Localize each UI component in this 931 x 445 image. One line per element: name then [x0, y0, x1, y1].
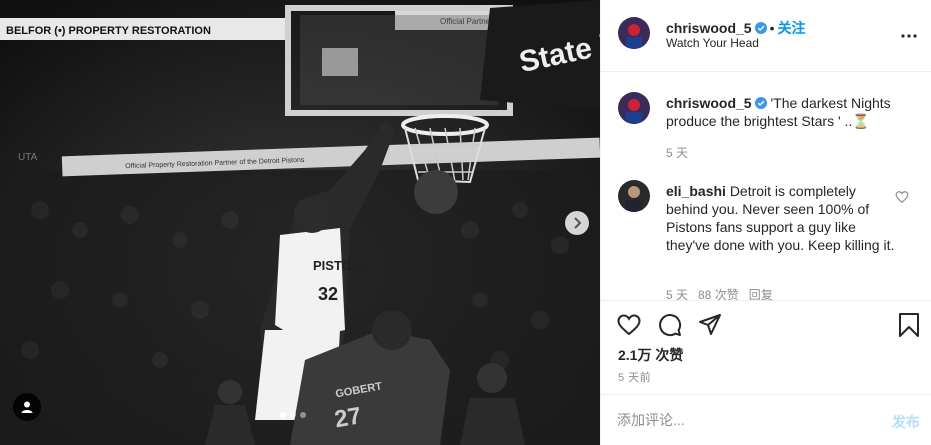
share-button[interactable] [697, 312, 723, 338]
comment-likes[interactable]: 88 次赞 [698, 288, 739, 300]
verified-badge-icon [754, 22, 767, 34]
likes-count[interactable]: 2.1万 次赞 [618, 345, 683, 365]
jersey-back-number: 27 [332, 402, 363, 433]
comment-reply-button[interactable]: 回复 [749, 288, 773, 300]
author-username[interactable]: chriswood_5 [666, 20, 752, 36]
caption-text-block: chriswood_5 'The darkest Nights produce … [666, 94, 896, 130]
post-timestamp[interactable]: 5 天前 [618, 369, 651, 385]
comment-bubble-icon [659, 314, 682, 337]
separator-dot: • [769, 20, 775, 36]
user-icon [21, 401, 33, 413]
author-avatar[interactable] [618, 92, 650, 124]
post-comment-button[interactable]: 发布 [892, 412, 920, 432]
comment-time[interactable]: 5 天 [666, 288, 688, 300]
jersey-number-front: 32 [318, 284, 338, 304]
comment-text-block: eli_bashi Detroit is completely behind y… [666, 182, 896, 254]
save-button[interactable] [896, 312, 922, 338]
jersey-front-text: PISTONS [313, 258, 370, 273]
chevron-right-icon [574, 217, 582, 229]
heart-icon [617, 314, 641, 336]
post-location[interactable]: Watch Your Head [666, 36, 759, 50]
caption-time[interactable]: 5 天 [666, 146, 688, 160]
carousel-indicator [280, 412, 306, 418]
comment-button[interactable] [657, 312, 683, 338]
post-media[interactable]: BELFOR (•) PROPERTY RESTORATION Official… [0, 0, 600, 445]
send-paper-plane-icon [699, 314, 721, 335]
header-title-line: chriswood_5 • 关注 [666, 18, 806, 38]
add-comment-input[interactable] [617, 409, 867, 431]
post-photo: BELFOR (•) PROPERTY RESTORATION Official… [0, 0, 600, 445]
banner-top-text: BELFOR (•) PROPERTY RESTORATION [6, 25, 211, 37]
carousel-dot [300, 412, 306, 418]
comments-list[interactable]: chriswood_5 'The darkest Nights produce … [601, 72, 931, 300]
comment-like-heart-icon[interactable] [895, 190, 909, 204]
bookmark-icon [899, 313, 919, 337]
caption-username[interactable]: chriswood_5 [666, 95, 752, 111]
arena-text: UTA [18, 152, 38, 163]
carousel-next-button[interactable] [565, 211, 589, 235]
more-options-button[interactable] [899, 26, 919, 46]
follow-button[interactable]: 关注 [778, 20, 806, 36]
carousel-dot [290, 412, 296, 418]
post-actions: 2.1万 次赞 5 天前 发布 [601, 300, 931, 445]
post-side-panel: chriswood_5 • 关注 Watch Your Head chriswood… [600, 0, 931, 445]
verified-badge-icon [754, 97, 767, 109]
comment-username[interactable]: eli_bashi [666, 183, 726, 199]
more-horizontal-icon [901, 34, 917, 38]
add-comment-section: 发布 [601, 394, 931, 445]
comment-meta: 5 天 88 次赞 回复 [666, 286, 783, 300]
post-header: chriswood_5 • 关注 Watch Your Head [601, 0, 931, 72]
author-avatar[interactable] [618, 17, 650, 49]
commenter-avatar[interactable] [618, 180, 650, 212]
carousel-dot [280, 412, 286, 418]
tagged-users-button[interactable] [13, 393, 41, 421]
caption-meta: 5 天 [666, 144, 698, 161]
like-button[interactable] [616, 312, 642, 338]
